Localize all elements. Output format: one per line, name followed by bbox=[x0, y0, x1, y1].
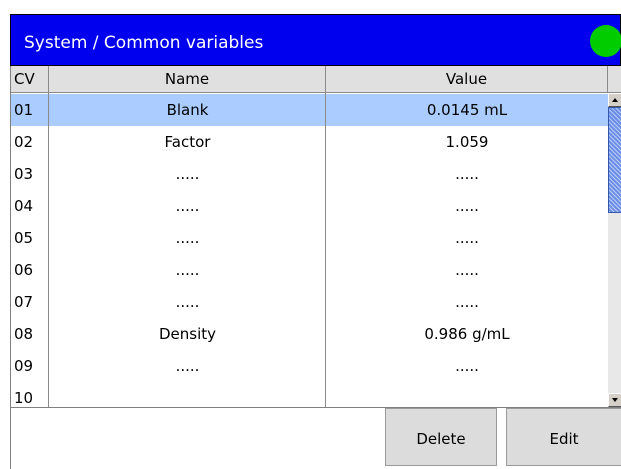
arrow-down-icon bbox=[612, 398, 618, 402]
cell-name: ..... bbox=[175, 357, 200, 375]
column-header-value[interactable]: Value bbox=[326, 66, 608, 93]
cell-cv: 02 bbox=[14, 133, 34, 151]
cell-value: 0.986 g/mL bbox=[424, 325, 510, 343]
cell-name: Blank bbox=[166, 101, 209, 119]
column-header-cv[interactable]: CV bbox=[11, 66, 49, 93]
title-bar: System / Common variables bbox=[10, 14, 621, 66]
cell-value: ..... bbox=[455, 293, 479, 311]
button-bar: Delete Edit bbox=[10, 408, 621, 469]
cell-value: ..... bbox=[455, 165, 479, 183]
delete-button[interactable]: Delete bbox=[385, 408, 497, 466]
cell-value: 1.059 bbox=[445, 133, 489, 151]
arrow-up-icon bbox=[612, 98, 618, 102]
cell-cv: 07 bbox=[14, 293, 34, 311]
vertical-scrollbar[interactable] bbox=[608, 93, 621, 407]
cell-cv: 01 bbox=[14, 101, 34, 119]
table-row[interactable]: 10 bbox=[11, 382, 608, 407]
table-row[interactable]: 02 Factor 1.059 bbox=[11, 126, 608, 158]
table-row[interactable]: 08 Density 0.986 g/mL bbox=[11, 318, 608, 350]
edit-button[interactable]: Edit bbox=[506, 408, 621, 466]
cell-cv: 04 bbox=[14, 197, 34, 215]
table-row[interactable]: 07.......... bbox=[11, 286, 608, 318]
cell-name: ..... bbox=[175, 165, 200, 183]
page-title: System / Common variables bbox=[24, 33, 264, 53]
scroll-thumb[interactable] bbox=[608, 107, 621, 213]
cell-name: Factor bbox=[164, 133, 211, 151]
cell-value: ..... bbox=[455, 357, 479, 375]
table-row[interactable]: 06.......... bbox=[11, 254, 608, 286]
scroll-track[interactable] bbox=[608, 107, 621, 393]
column-divider bbox=[48, 93, 49, 407]
cell-cv: 08 bbox=[14, 325, 34, 343]
cell-cv: 10 bbox=[14, 389, 34, 407]
cell-value: ..... bbox=[455, 261, 479, 279]
cell-name: Density bbox=[158, 325, 217, 343]
cell-name: ..... bbox=[175, 229, 200, 247]
table-body: 01 Blank 0.0145 mL 02 Factor 1.059 03.........… bbox=[11, 93, 608, 407]
cell-cv: 09 bbox=[14, 357, 34, 375]
cell-cv: 06 bbox=[14, 261, 34, 279]
header-corner bbox=[608, 66, 621, 93]
scroll-down-button[interactable] bbox=[608, 393, 621, 407]
cell-value: ..... bbox=[455, 229, 479, 247]
table-row[interactable]: 05.......... bbox=[11, 222, 608, 254]
cell-name: ..... bbox=[175, 197, 200, 215]
cell-cv: 05 bbox=[14, 229, 34, 247]
screen: System / Common variables CV Name Value … bbox=[10, 14, 621, 469]
cell-cv: 03 bbox=[14, 165, 34, 183]
column-header-name[interactable]: Name bbox=[49, 66, 326, 93]
cell-name: ..... bbox=[175, 261, 200, 279]
table-row[interactable]: 01 Blank 0.0145 mL bbox=[11, 94, 608, 126]
table-row[interactable]: 04.......... bbox=[11, 190, 608, 222]
cell-value: 0.0145 mL bbox=[426, 101, 508, 119]
column-divider bbox=[325, 93, 326, 407]
scroll-up-button[interactable] bbox=[608, 93, 621, 107]
cell-value: ..... bbox=[455, 197, 479, 215]
variables-table: CV Name Value 01 Blank 0.0145 mL 02 Factor 1.… bbox=[10, 66, 621, 408]
status-indicator-icon bbox=[590, 25, 621, 57]
table-row[interactable]: 03.......... bbox=[11, 158, 608, 190]
table-row[interactable]: 09.......... bbox=[11, 350, 608, 382]
cell-name: ..... bbox=[175, 293, 200, 311]
